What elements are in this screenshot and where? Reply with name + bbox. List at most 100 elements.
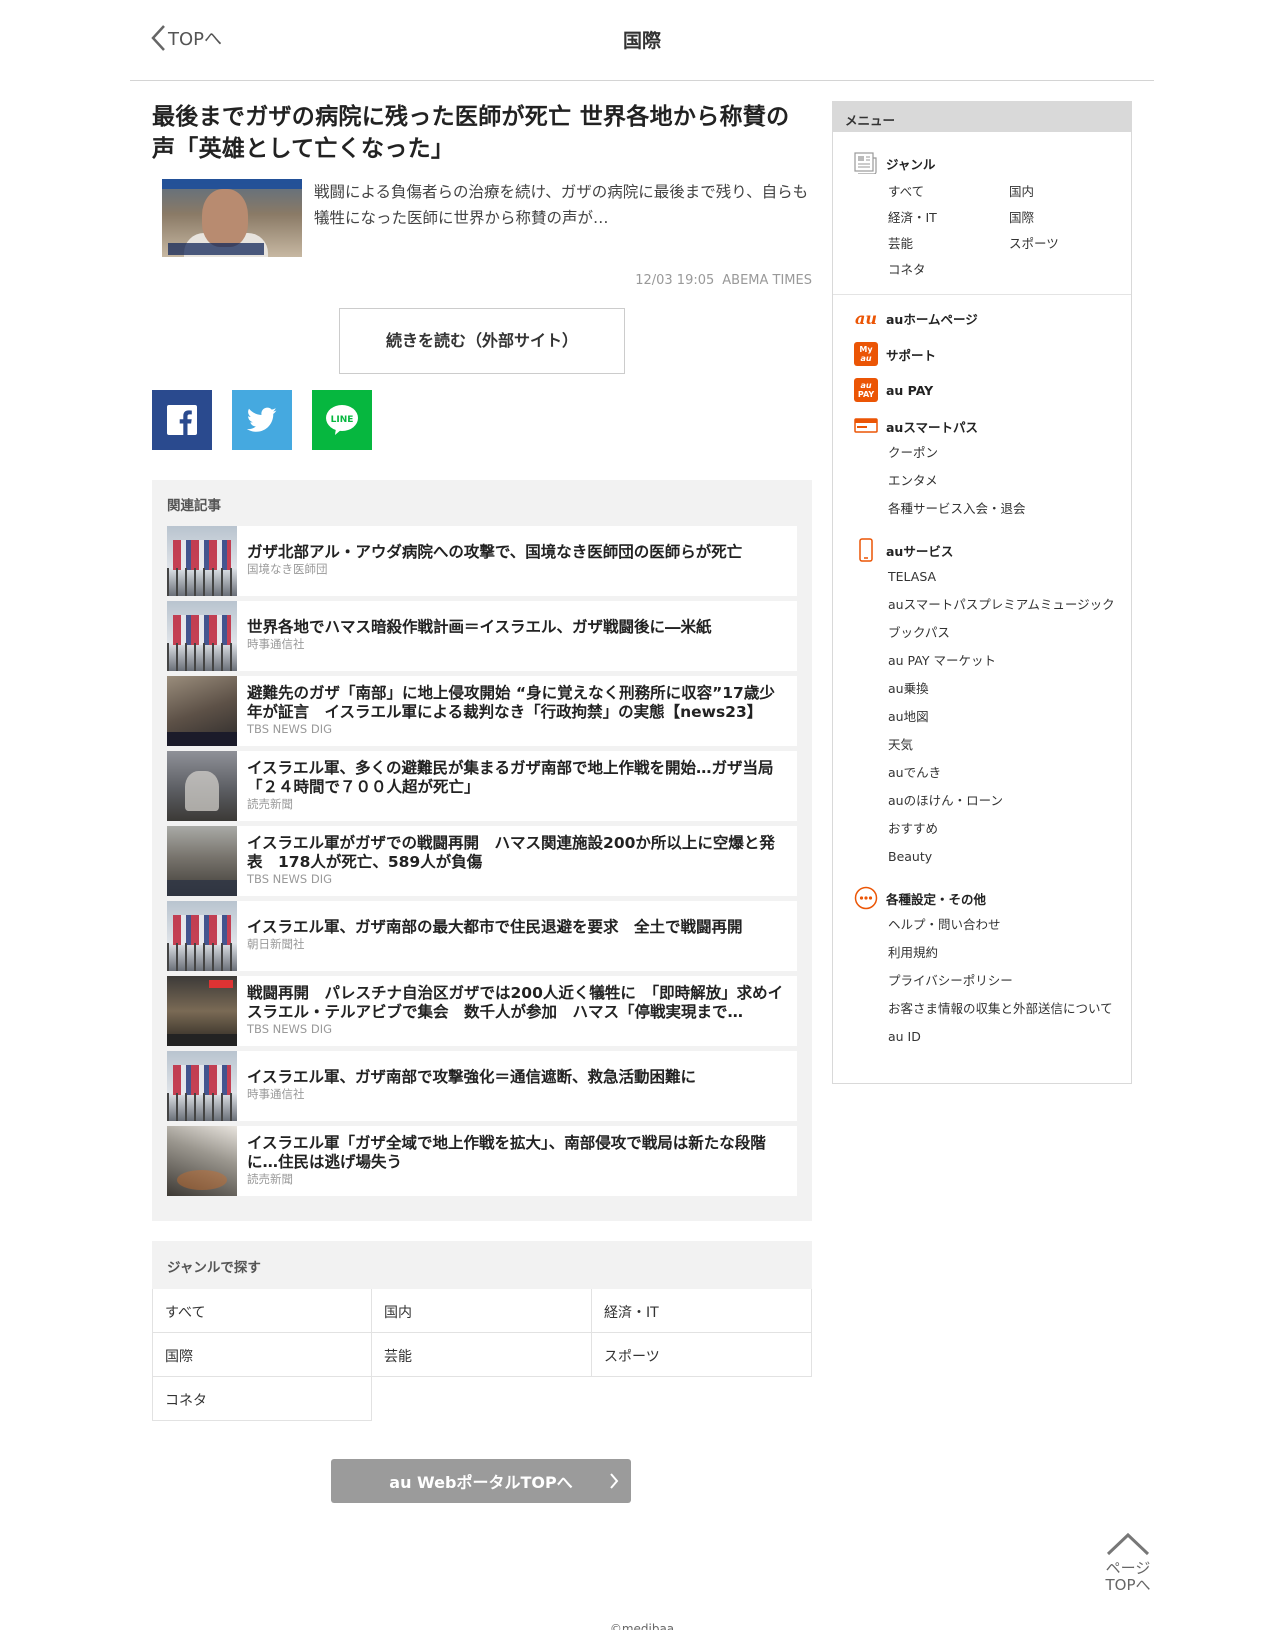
related-title: イスラエル軍、ガザ南部の最大都市で住民退避を要求 全土で戦闘再開 <box>247 918 743 936</box>
sidebar-head: メニュー <box>833 102 1131 132</box>
page-top-button[interactable]: ページ TOPへ <box>1100 1532 1156 1594</box>
sidebar-menu: メニュー ジャンル すべて 国内 経済・IT 国際 芸能 スポーツ コネタ au auホーム… <box>832 101 1132 1084</box>
genre-link[interactable]: 経済・IT <box>592 1289 812 1333</box>
genre-link[interactable]: すべて <box>152 1289 372 1333</box>
my-au-icon: My au <box>853 341 879 367</box>
related-title: 避難先のガザ「南部」に地上侵攻開始 “身に覚えなく刑務所に収容”17歳少年が証言… <box>247 684 775 721</box>
article-main: 最後までガザの病院に残った医師が死亡 世界各地から称賛の声「英雄として亡くなった… <box>152 101 812 1503</box>
related-title: イスラエル軍「ガザ全域で地上作戦を拡大」、南部侵攻で戦局は新たな段階に…住民は逃… <box>247 1134 766 1171</box>
service-link[interactable]: au PAY マーケット <box>888 651 1131 679</box>
sidebar-genre-link[interactable]: 芸能 <box>888 234 1009 260</box>
line-share-button[interactable]: LINE <box>312 390 372 450</box>
sidebar-genre-title-label: ジャンル <box>886 156 936 172</box>
related-item[interactable]: 避難先のガザ「南部」に地上侵攻開始 “身に覚えなく刑務所に収容”17歳少年が証言… <box>167 676 797 746</box>
smartpass-link[interactable]: クーポン <box>888 443 1131 471</box>
genre-link[interactable]: 国際 <box>152 1333 372 1377</box>
settings-link[interactable]: 利用規約 <box>888 943 1131 971</box>
portal-top-label: au WebポータルTOPへ <box>389 1473 573 1492</box>
related-item[interactable]: イスラエル軍、多くの避難民が集まるガザ南部で地上作戦を開始…ガザ当局「２４時間で… <box>167 751 797 821</box>
service-link[interactable]: auのほけん・ローン <box>888 791 1131 819</box>
sidebar-au-home-label: auホームページ <box>886 311 978 327</box>
related-item[interactable]: 世界各地でハマス暗殺作戦計画＝イスラエル、ガザ戦闘後に―米紙 時事通信社 <box>167 601 797 671</box>
genre-label: ジャンルで探す <box>167 1260 261 1276</box>
sidebar-settings-label: 各種設定・その他 <box>886 891 987 907</box>
genre-link[interactable]: 芸能 <box>372 1333 592 1377</box>
service-link[interactable]: Beauty <box>888 847 1131 875</box>
genre-link[interactable]: 国内 <box>372 1289 592 1333</box>
facebook-icon <box>167 405 197 435</box>
genre-section: ジャンルで探す すべて 国内 経済・IT 国際 芸能 スポーツコネタ <box>152 1241 812 1421</box>
service-link[interactable]: auスマートパスプレミアムミュージック <box>888 595 1131 623</box>
line-icon: LINE <box>326 405 358 435</box>
related-title: ガザ北部アル・アウダ病院への攻撃で、国境なき医師団の医師らが死亡 <box>247 543 743 561</box>
article-summary-row: 戦闘による負傷者らの治療を続け、ガザの病院に最後まで残り、自らも犠牲になった医師… <box>152 179 812 257</box>
related-item[interactable]: イスラエル軍、ガザ南部の最大都市で住民退避を要求 全土で戦闘再開 朝日新聞社 <box>167 901 797 971</box>
facebook-share-button[interactable] <box>152 390 212 450</box>
sidebar-genre-title: ジャンル <box>853 150 1131 176</box>
related-source: 読売新聞 <box>247 1172 293 1186</box>
sidebar-au-services-label: auサービス <box>886 543 954 559</box>
sidebar-genre-link[interactable]: 経済・IT <box>888 208 1009 234</box>
smartpass-ticket-icon <box>853 413 879 439</box>
smartpass-links: クーポン エンタメ 各種サービス入会・退会 <box>853 443 1131 527</box>
service-link[interactable]: au地図 <box>888 707 1131 735</box>
related-list: ガザ北部アル・アウダ病院への攻撃で、国境なき医師団の医師らが死亡 国境なき医師団世… <box>167 526 797 1196</box>
read-more-button[interactable]: 続きを読む（外部サイト） <box>339 308 625 374</box>
copyright: ©medibaa <box>609 1622 675 1630</box>
sidebar-genre-link[interactable]: コネタ <box>888 260 1009 286</box>
settings-link[interactable]: au ID <box>888 1027 1131 1055</box>
related-source: 読売新聞 <box>247 797 293 811</box>
chevron-right-icon <box>610 1473 619 1489</box>
related-source: TBS NEWS DIG <box>247 722 333 736</box>
sidebar-smartpass[interactable]: auスマートパス <box>853 413 1131 439</box>
settings-link[interactable]: ヘルプ・問い合わせ <box>888 915 1131 943</box>
genre-link[interactable]: コネタ <box>152 1377 372 1421</box>
sidebar-au-pay[interactable]: au PAY au PAY <box>853 377 1131 403</box>
related-item[interactable]: 戦闘再開 パレスチナ自治区ガザでは200人近く犠牲に 「即時解放」求めイスラエル… <box>167 976 797 1046</box>
settings-link[interactable]: プライバシーポリシー <box>888 971 1131 999</box>
sidebar-genre-link[interactable]: スポーツ <box>1009 234 1130 260</box>
service-link[interactable]: au乗換 <box>888 679 1131 707</box>
related-item[interactable]: イスラエル軍「ガザ全域で地上作戦を拡大」、南部侵攻で戦局は新たな段階に…住民は逃… <box>167 1126 797 1196</box>
related-item[interactable]: ガザ北部アル・アウダ病院への攻撃で、国境なき医師団の医師らが死亡 国境なき医師団 <box>167 526 797 596</box>
service-link[interactable]: 天気 <box>888 735 1131 763</box>
smartpass-link[interactable]: エンタメ <box>888 471 1131 499</box>
genre-grid: すべて 国内 経済・IT 国際 芸能 スポーツコネタ <box>152 1289 812 1421</box>
settings-links: ヘルプ・問い合わせ 利用規約 プライバシーポリシー お客さま情報の収集と外部送信につい… <box>853 915 1131 1055</box>
related-source: 時事通信社 <box>247 637 305 651</box>
related-source: TBS NEWS DIG <box>247 872 333 886</box>
article-date: 12/03 19:05 <box>635 273 715 288</box>
related-label: 関連記事 <box>167 498 221 514</box>
sidebar-smartpass-label: auスマートパス <box>886 419 978 435</box>
portal-top-button[interactable]: au WebポータルTOPへ <box>331 1459 631 1503</box>
svg-text:LINE: LINE <box>331 415 354 425</box>
sidebar-genre-link[interactable]: 国内 <box>1009 182 1130 208</box>
sidebar-genre-link[interactable]: 国際 <box>1009 208 1130 234</box>
au-pay-icon: au PAY <box>853 377 879 403</box>
twitter-bird-icon <box>247 407 277 432</box>
sidebar-au-pay-label: au PAY <box>886 382 934 398</box>
sidebar-au-home[interactable]: au auホームページ <box>853 305 1131 331</box>
related-title: 戦闘再開 パレスチナ自治区ガザでは200人近く犠牲に 「即時解放」求めイスラエル… <box>247 984 784 1021</box>
sidebar-settings[interactable]: 各種設定・その他 <box>853 885 1131 911</box>
related-title: 世界各地でハマス暗殺作戦計画＝イスラエル、ガザ戦闘後に―米紙 <box>247 618 712 636</box>
related-thumbnail <box>167 976 237 1046</box>
service-link[interactable]: auでんき <box>888 763 1131 791</box>
related-item[interactable]: イスラエル軍、ガザ南部で攻撃強化＝通信遮断、救急活動困難に 時事通信社 <box>167 1051 797 1121</box>
au-logo-icon: au <box>855 308 877 328</box>
sidebar-genre-links: すべて 国内 経済・IT 国際 芸能 スポーツ コネタ <box>853 182 1131 286</box>
twitter-share-button[interactable] <box>232 390 292 450</box>
related-source: TBS NEWS DIG <box>247 1022 333 1036</box>
sidebar-support[interactable]: My au サポート <box>853 341 1131 367</box>
service-link[interactable]: ブックパス <box>888 623 1131 651</box>
genre-link[interactable]: スポーツ <box>592 1333 812 1377</box>
sidebar-genre-link[interactable]: すべて <box>888 182 1009 208</box>
article-source: ABEMA TIMES <box>722 273 812 288</box>
settings-link[interactable]: お客さま情報の収集と外部送信について <box>888 999 1131 1027</box>
article-thumbnail[interactable] <box>162 179 302 257</box>
service-link[interactable]: おすすめ <box>888 819 1131 847</box>
sidebar-au-services[interactable]: auサービス <box>853 537 1131 563</box>
service-link[interactable]: TELASA <box>888 567 1131 595</box>
smartpass-link[interactable]: 各種サービス入会・退会 <box>888 499 1131 527</box>
related-item[interactable]: イスラエル軍がガザでの戦闘再開 ハマス関連施設200か所以上に空爆と発表 178… <box>167 826 797 896</box>
